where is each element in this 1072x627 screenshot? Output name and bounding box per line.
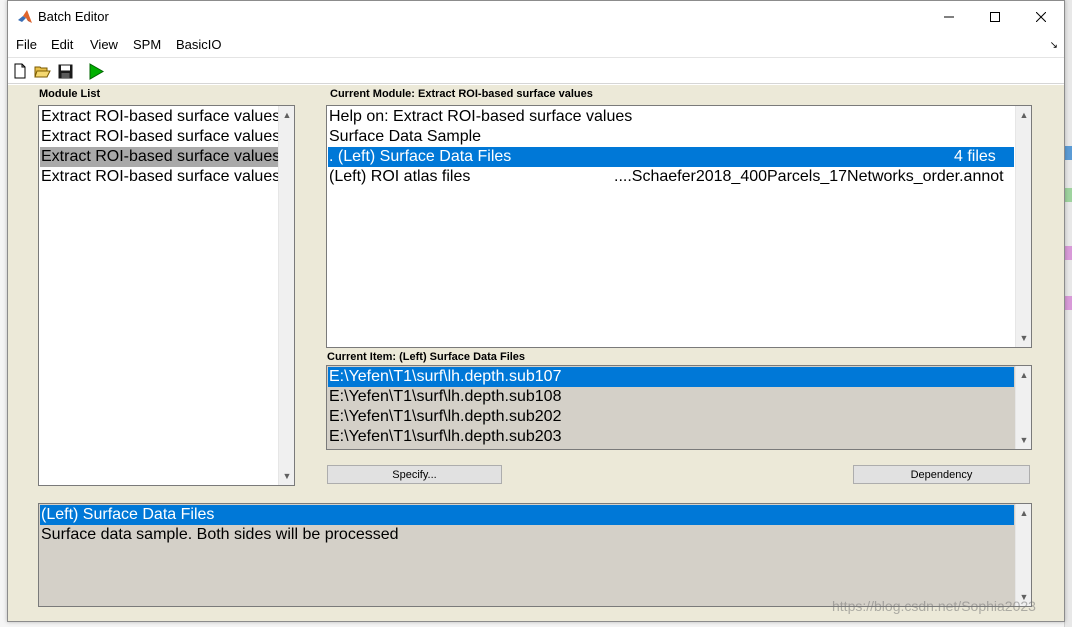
- file-list-item[interactable]: E:\Yefen\T1\surf\lh.depth.sub203: [328, 427, 1014, 447]
- close-button[interactable]: [1018, 1, 1064, 32]
- module-setting-row-selected[interactable]: . (Left) Surface Data Files 4 files: [328, 147, 1014, 167]
- chevron-down-icon[interactable]: ▼: [1016, 432, 1031, 448]
- module-setting-value: ....Schaefer2018_400Parcels_17Networks_o…: [614, 168, 1004, 185]
- chevron-up-icon[interactable]: ▲: [1016, 505, 1031, 521]
- open-folder-icon: [33, 66, 51, 77]
- module-list-item[interactable]: Extract ROI-based surface values: [40, 167, 280, 187]
- module-setting-row[interactable]: Help on: Extract ROI-based surface value…: [328, 107, 1014, 127]
- module-setting-row[interactable]: (Left) ROI atlas files ....Schaefer2018_…: [328, 167, 1014, 187]
- matlab-logo-icon: [18, 10, 32, 23]
- module-list-label: Module List: [39, 88, 101, 100]
- maximize-icon: [990, 11, 1000, 22]
- toolbar: [8, 59, 1064, 84]
- current-item-label: Current Item: (Left) Surface Data Files: [327, 351, 526, 363]
- help-title: (Left) Surface Data Files: [40, 505, 1014, 525]
- dependency-button[interactable]: Dependency: [853, 465, 1030, 484]
- current-item-file-list[interactable]: E:\Yefen\T1\surf\lh.depth.sub107 E:\Yefe…: [326, 365, 1032, 450]
- menu-spm[interactable]: SPM: [133, 37, 161, 52]
- menu-file[interactable]: File: [16, 37, 37, 52]
- file-list-item-selected[interactable]: E:\Yefen\T1\surf\lh.depth.sub107: [328, 367, 1014, 387]
- help-panel[interactable]: (Left) Surface Data Files Surface data s…: [38, 503, 1032, 607]
- save-button[interactable]: [56, 62, 74, 80]
- new-file-button[interactable]: [11, 62, 29, 80]
- maximize-button[interactable]: [972, 1, 1018, 32]
- watermark: https://blog.csdn.net/Sophia2023: [832, 598, 1036, 614]
- module-setting-value: 4 files: [954, 148, 996, 165]
- current-module-label: Current Module: Extract ROI-based surfac…: [330, 88, 593, 100]
- help-panel-scrollbar[interactable]: ▲ ▼: [1015, 504, 1031, 606]
- open-button[interactable]: [33, 62, 51, 80]
- title-bar[interactable]: Batch Editor: [8, 1, 1064, 32]
- current-module-list[interactable]: Help on: Extract ROI-based surface value…: [326, 105, 1032, 348]
- chevron-up-icon[interactable]: ▲: [1016, 107, 1031, 123]
- module-setting-row[interactable]: Surface Data Sample: [328, 127, 1014, 147]
- close-icon: [1036, 11, 1046, 22]
- menu-basicio[interactable]: BasicIO: [176, 37, 222, 52]
- minimize-button[interactable]: [926, 1, 972, 32]
- module-list-item[interactable]: Extract ROI-based surface values: [40, 107, 280, 127]
- module-setting-name: Help on: Extract ROI-based surface value…: [329, 108, 633, 125]
- module-list-scrollbar[interactable]: ▲ ▼: [278, 106, 294, 485]
- minimize-icon: [944, 16, 954, 17]
- run-icon: [89, 62, 104, 80]
- chevron-down-icon[interactable]: ▼: [1016, 330, 1031, 346]
- chevron-down-icon[interactable]: ▼: [279, 468, 294, 484]
- new-file-icon: [14, 63, 26, 79]
- file-list-item[interactable]: E:\Yefen\T1\surf\lh.depth.sub108: [328, 387, 1014, 407]
- module-list-item-selected[interactable]: Extract ROI-based surface values: [40, 147, 280, 167]
- menu-view[interactable]: View: [90, 37, 118, 52]
- file-list-item[interactable]: E:\Yefen\T1\surf\lh.depth.sub202: [328, 407, 1014, 427]
- chevron-up-icon[interactable]: ▲: [279, 107, 294, 123]
- save-icon: [58, 64, 72, 78]
- module-setting-name: (Left) ROI atlas files: [329, 168, 471, 185]
- batch-editor-window: Batch Editor File Edit View SPM BasicIO …: [7, 0, 1065, 622]
- chevron-up-icon[interactable]: ▲: [1016, 367, 1031, 383]
- background-window-edge: [1064, 0, 1072, 627]
- file-list-scrollbar[interactable]: ▲ ▼: [1015, 366, 1031, 449]
- resize-arrow-icon[interactable]: ↘: [1050, 40, 1058, 51]
- help-text: Surface data sample. Both sides will be …: [41, 526, 399, 543]
- module-setting-name: . (Left) Surface Data Files: [329, 148, 512, 165]
- module-list[interactable]: Extract ROI-based surface values Extract…: [38, 105, 295, 486]
- module-setting-name: Surface Data Sample: [329, 128, 482, 145]
- current-module-scrollbar[interactable]: ▲ ▼: [1015, 106, 1031, 347]
- menu-edit[interactable]: Edit: [51, 37, 73, 52]
- specify-button[interactable]: Specify...: [327, 465, 502, 484]
- window-title: Batch Editor: [38, 9, 109, 24]
- editor-panel: Module List Extract ROI-based surface va…: [8, 85, 1064, 621]
- module-list-item[interactable]: Extract ROI-based surface values: [40, 127, 280, 147]
- menu-bar: File Edit View SPM BasicIO ↘: [8, 32, 1064, 58]
- run-button[interactable]: [87, 62, 105, 80]
